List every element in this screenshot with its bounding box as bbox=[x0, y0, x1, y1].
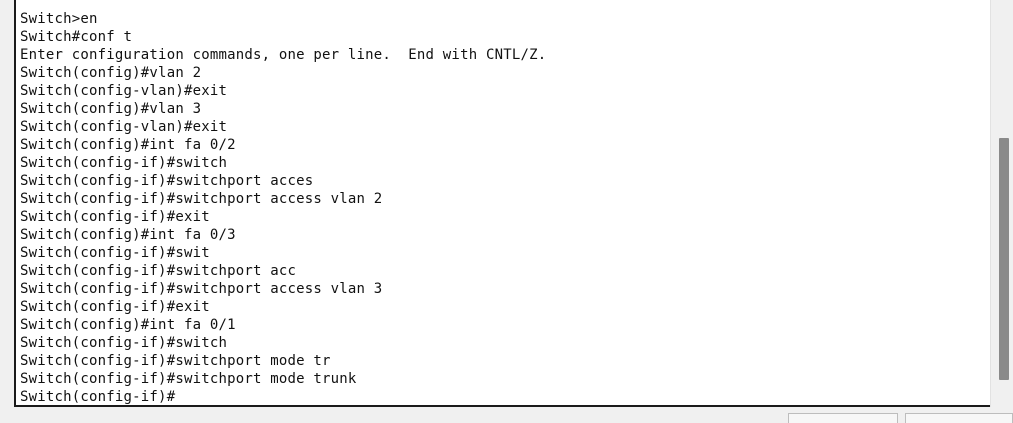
terminal-line: Switch(config)#int fa 0/2 bbox=[20, 137, 236, 153]
scrollbar-thumb[interactable] bbox=[999, 138, 1009, 380]
terminal-line: Switch(config-if)#swit bbox=[20, 245, 210, 261]
cli-terminal[interactable]: Switch>en Switch#conf t Enter configurat… bbox=[14, 0, 990, 407]
terminal-line: Switch(config-vlan)#exit bbox=[20, 119, 228, 135]
terminal-line: Switch(config)#vlan 3 bbox=[20, 101, 202, 117]
terminal-line: Switch(config)#int fa 0/1 bbox=[20, 317, 236, 333]
terminal-line: Switch(config-if)#switchport mode tr bbox=[20, 353, 331, 369]
terminal-line: Switch#conf t bbox=[20, 29, 133, 45]
terminal-line: Switch(config-vlan)#exit bbox=[20, 83, 228, 99]
terminal-line: Enter configuration commands, one per li… bbox=[20, 47, 547, 63]
cli-window: Switch>en Switch#conf t Enter configurat… bbox=[0, 0, 1013, 423]
paste-button[interactable] bbox=[905, 413, 1013, 423]
copy-button[interactable] bbox=[788, 413, 898, 423]
terminal-prompt[interactable]: Switch(config-if)# bbox=[20, 388, 546, 405]
terminal-line: Switch(config-if)#switch bbox=[20, 335, 228, 351]
terminal-line: Switch(config-if)#switchport access vlan… bbox=[20, 191, 383, 207]
terminal-line: Switch(config-if)#switchport acces bbox=[20, 173, 314, 189]
terminal-line: Switch(config-if)#exit bbox=[20, 299, 210, 315]
terminal-line: Switch(config-if)#switchport access vlan… bbox=[20, 281, 383, 297]
terminal-line: Switch(config)#vlan 2 bbox=[20, 65, 202, 81]
terminal-line: Switch(config-if)#exit bbox=[20, 209, 210, 225]
terminal-line: Switch>en bbox=[20, 11, 98, 27]
terminal-line: Switch(config-if)#switchport mode trunk bbox=[20, 371, 357, 387]
terminal-line: Switch(config-if)#switchport acc bbox=[20, 263, 297, 279]
vertical-scrollbar[interactable] bbox=[990, 0, 1013, 407]
terminal-line: Switch(config)#int fa 0/3 bbox=[20, 227, 236, 243]
terminal-output: Switch>en Switch#conf t Enter configurat… bbox=[20, 10, 547, 405]
terminal-line: Switch(config-if)#switch bbox=[20, 155, 228, 171]
